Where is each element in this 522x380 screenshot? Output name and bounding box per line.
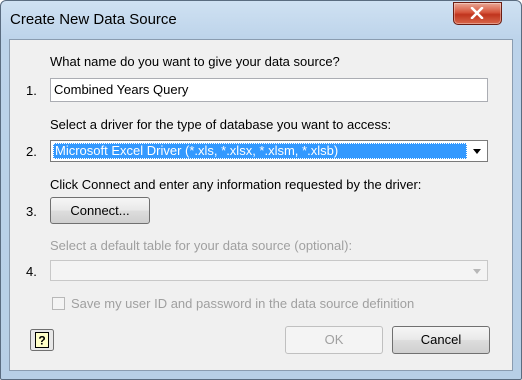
dialog-content: What name do you want to give your data … [9,39,513,371]
save-credentials-label: Save my user ID and password in the data… [71,296,415,311]
svg-text:?: ? [38,334,45,348]
connect-button[interactable]: Connect... [50,197,150,224]
step-1-number: 1. [26,83,37,98]
close-icon [470,7,484,19]
step-3-number: 3. [26,204,37,219]
step-2-number: 2. [26,144,37,159]
cancel-button[interactable]: Cancel [392,326,490,354]
help-icon: ? [30,329,54,351]
driver-selected-value: Microsoft Excel Driver (*.xls, *.xlsx, *… [53,143,467,159]
driver-prompt: Select a driver for the type of database… [50,117,392,132]
connect-prompt: Click Connect and enter any information … [50,177,422,192]
help-button[interactable]: ? [30,329,54,351]
name-prompt: What name do you want to give your data … [50,54,340,69]
title-bar[interactable]: Create New Data Source [1,1,521,37]
dropdown-arrow-icon[interactable] [468,142,486,160]
default-table-select[interactable] [50,260,488,281]
dialog-window: Create New Data Source What name do you … [0,0,522,380]
save-credentials-checkbox[interactable] [52,297,65,310]
default-table-prompt: Select a default table for your data sou… [50,238,353,253]
driver-select[interactable]: Microsoft Excel Driver (*.xls, *.xlsx, *… [50,140,488,162]
data-source-name-input[interactable]: Combined Years Query [50,78,488,102]
step-4-number: 4. [26,264,37,279]
ok-button[interactable]: OK [285,326,383,354]
dropdown-arrow-icon [473,269,481,274]
close-button[interactable] [453,2,502,25]
window-title: Create New Data Source [10,11,177,28]
